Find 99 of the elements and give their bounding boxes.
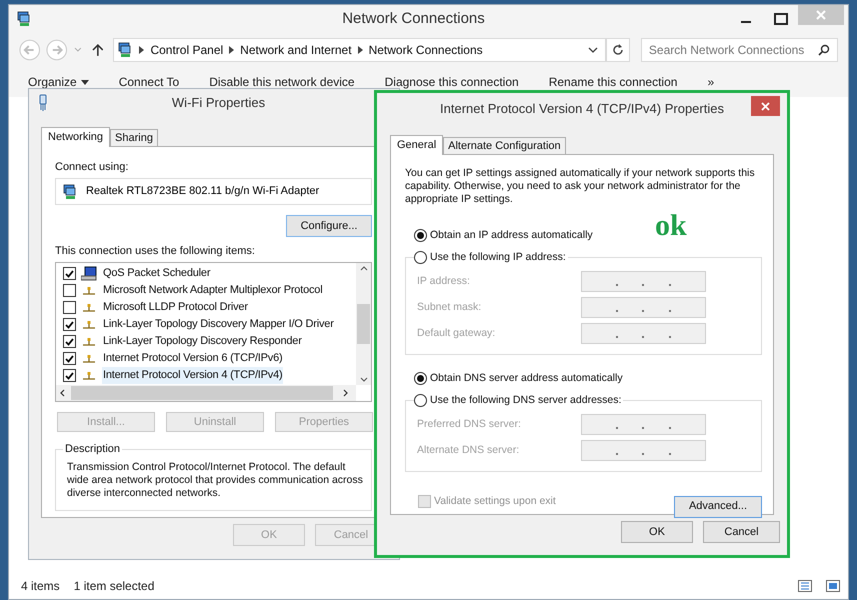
configure-button[interactable]: Configure... — [286, 215, 372, 237]
toolbar-button[interactable]: Diagnose this connection — [384, 73, 519, 91]
check-icon — [65, 270, 74, 278]
address-bar[interactable]: Control Panel Network and Internet Network Connections — [113, 38, 606, 62]
tab[interactable]: Networking — [41, 127, 110, 147]
horizontal-scrollbar[interactable] — [56, 385, 356, 401]
tab[interactable]: Alternate Configuration — [443, 137, 566, 154]
description-text: Transmission Control Protocol/Internet Protocol. The default wide area network protocol that provides communication across diverse interconnected networks. — [67, 461, 364, 500]
window-title: Network Connections — [341, 8, 486, 29]
list-item[interactable]: Link-Layer Topology Discovery Mapper I/O Driver — [102, 316, 335, 333]
list-item[interactable]: Internet Protocol Version 4 (TCP/IPv4) — [102, 367, 284, 384]
list-item[interactable]: Internet Protocol Version 6 (TCP/IPv6) — [102, 350, 284, 367]
ip-address-field[interactable] — [581, 414, 706, 435]
network-icon — [117, 42, 134, 58]
status-text: 4 items — [21, 578, 60, 595]
advanced-button[interactable]: Advanced... — [674, 496, 762, 518]
scroll-thumb[interactable] — [357, 304, 370, 344]
scroll-thumb[interactable] — [71, 386, 333, 400]
tab[interactable]: Sharing — [110, 129, 158, 146]
list-item[interactable]: Microsoft LLDP Protocol Driver — [102, 299, 249, 316]
radio-button[interactable] — [414, 251, 427, 264]
search-field[interactable]: Search Network Connections — [640, 38, 838, 62]
scroll-right-icon — [343, 389, 348, 397]
radio-label[interactable]: Obtain an IP address automatically — [430, 228, 593, 244]
checkbox[interactable] — [63, 267, 76, 280]
protocol-icon — [81, 354, 97, 364]
ip-address-field[interactable] — [581, 271, 706, 292]
field-label: IP address: — [416, 274, 471, 289]
protocol-icon — [81, 302, 97, 312]
checkbox[interactable] — [63, 318, 76, 331]
details-view-icon[interactable] — [798, 580, 812, 592]
search-icon — [818, 44, 830, 56]
large-icons-view-icon[interactable] — [826, 580, 840, 592]
ip-address-field[interactable] — [581, 323, 706, 344]
radio-label[interactable]: Obtain DNS server address automatically — [430, 370, 623, 386]
ip-address-field[interactable] — [581, 440, 706, 461]
breadcrumb-link[interactable]: Network and Internet — [240, 41, 352, 59]
network-icon — [62, 184, 78, 200]
computer-icon — [81, 266, 97, 281]
label: This connection uses the following items: — [55, 244, 255, 258]
protocol-icon — [81, 286, 97, 296]
caret-icon — [80, 80, 89, 84]
checkbox[interactable] — [63, 335, 76, 348]
close-button[interactable] — [751, 96, 780, 116]
checkbox[interactable] — [63, 284, 76, 297]
refresh-icon — [612, 44, 624, 56]
label: Connect using: — [55, 160, 128, 174]
protocol-icon — [81, 336, 97, 346]
vertical-scrollbar[interactable] — [356, 263, 371, 385]
radio-label[interactable]: Use the following IP address: — [430, 250, 566, 266]
radio-button[interactable] — [414, 372, 427, 386]
toolbar-button[interactable]: Disable this network device — [209, 73, 355, 91]
chevron-icon — [139, 46, 144, 54]
scroll-left-icon — [60, 389, 65, 397]
toolbar-button[interactable]: » — [707, 73, 714, 91]
tab[interactable]: General — [390, 135, 444, 155]
protocol-icon — [81, 370, 97, 380]
dropdown-icon[interactable] — [588, 46, 598, 54]
field-label: Alternate DNS server: — [416, 442, 520, 458]
up-arrow-icon[interactable] — [92, 43, 104, 57]
toolbar-button[interactable]: Connect To — [118, 73, 180, 91]
list-item[interactable]: Microsoft Network Adapter Multiplexor Protocol — [102, 282, 324, 299]
close-icon — [761, 102, 770, 110]
adapter-icon — [38, 94, 48, 112]
checkbox-label: Validate settings upon exit — [434, 494, 556, 509]
intro-text: You can get IP settings assigned automatically if your network supports this capability. Otherwise, you need to ask your network administrator for the appropriate IP settings. — [405, 167, 756, 206]
checkbox[interactable] — [63, 301, 76, 314]
refresh-button[interactable] — [606, 38, 630, 62]
field-label: Subnet mask: — [416, 300, 482, 315]
list-item[interactable]: Link-Layer Topology Discovery Responder — [102, 333, 303, 350]
status-text: 1 item selected — [74, 578, 154, 595]
organize-menu[interactable]: Organize — [28, 73, 89, 91]
dialog-title: Internet Protocol Version 4 (TCP/IPv4) Properties — [439, 100, 725, 118]
ip-address-field[interactable] — [581, 297, 706, 318]
breadcrumb-link[interactable]: Control Panel — [150, 41, 224, 59]
chevron-icon — [229, 46, 234, 54]
chevron-icon — [358, 46, 363, 54]
group-label: Description — [63, 442, 122, 456]
button[interactable]: OK — [621, 521, 693, 543]
adapter-field: Realtek RTL8723BE 802.11 b/g/n Wi-Fi Adapter — [55, 178, 372, 205]
list-item[interactable]: QoS Packet Scheduler — [102, 265, 212, 282]
checkbox[interactable] — [63, 369, 76, 382]
scroll-down-icon — [360, 377, 368, 382]
radio-button[interactable] — [414, 394, 427, 407]
close-icon — [816, 10, 826, 20]
maximize-icon[interactable] — [774, 13, 788, 25]
checkbox[interactable] — [63, 352, 76, 365]
field-label: Default gateway: — [416, 326, 496, 341]
radio-button[interactable] — [414, 229, 427, 242]
toolbar-button[interactable]: Rename this connection — [548, 73, 678, 91]
scroll-up-icon — [360, 266, 368, 271]
network-icon — [16, 11, 32, 27]
breadcrumb-link[interactable]: Network Connections — [368, 41, 483, 59]
field-label: Preferred DNS server: — [416, 416, 522, 432]
annotation-text: ok — [655, 211, 687, 241]
protocol-icon — [81, 320, 97, 330]
radio-label[interactable]: Use the following DNS server addresses: — [430, 392, 622, 408]
button[interactable]: Cancel — [703, 521, 780, 543]
dialog-title: Wi-Fi Properties — [170, 94, 266, 112]
